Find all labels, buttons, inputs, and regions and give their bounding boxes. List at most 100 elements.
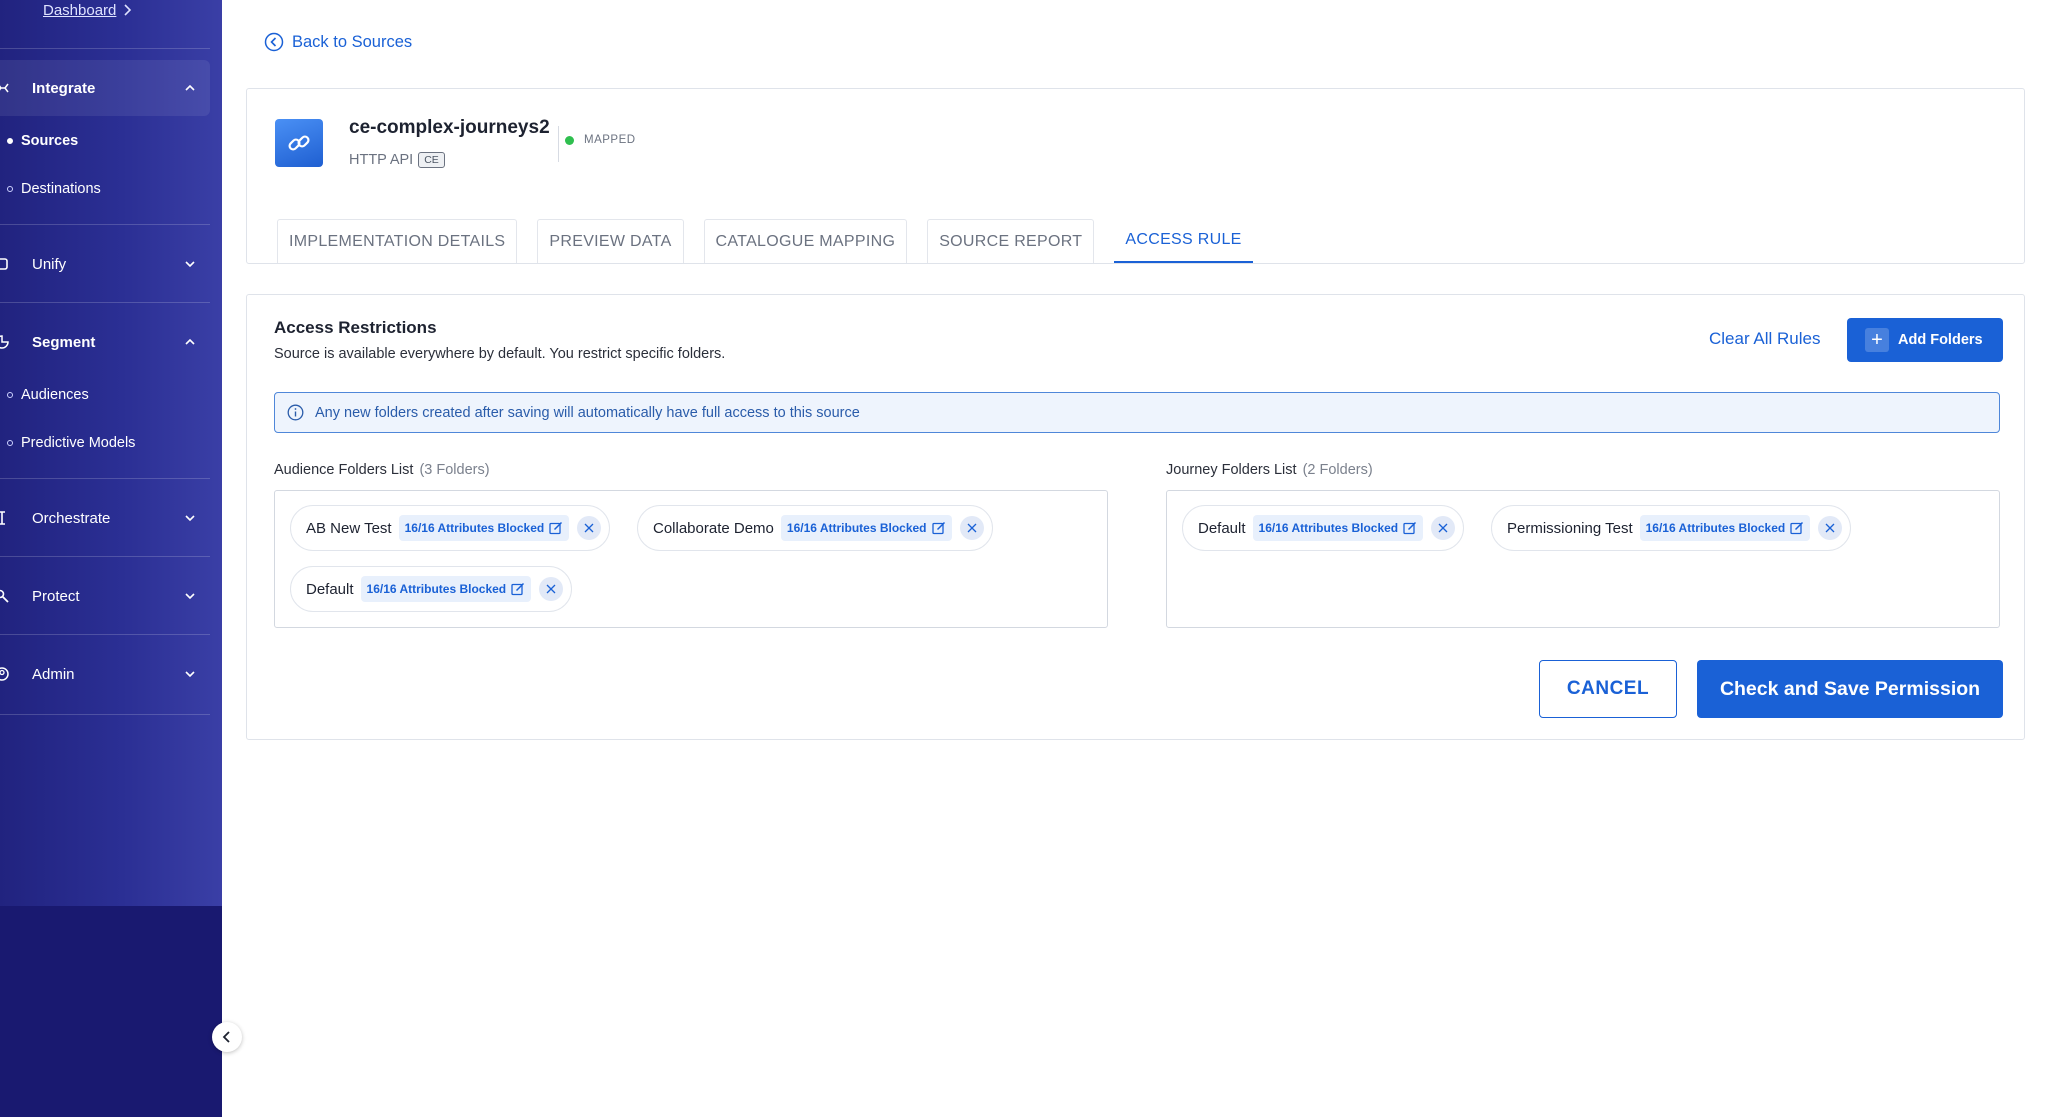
attributes-blocked-badge[interactable]: 16/16 Attributes Blocked xyxy=(1252,515,1424,541)
remove-folder-button[interactable] xyxy=(1818,516,1843,540)
sidebar-item-sources[interactable]: Sources xyxy=(0,127,210,155)
admin-icon xyxy=(0,667,9,681)
status-label: MAPPED xyxy=(584,134,636,146)
sidebar-divider xyxy=(0,48,210,49)
journey-folders-box: Default 16/16 Attributes Blocked Permiss… xyxy=(1166,490,2000,628)
remove-folder-button[interactable] xyxy=(959,516,984,540)
protect-icon xyxy=(0,589,9,603)
sidebar-divider xyxy=(0,714,210,715)
attributes-blocked-label: 16/16 Attributes Blocked xyxy=(786,521,927,535)
clear-all-rules-button[interactable]: Clear All Rules xyxy=(1709,329,1821,349)
chevron-down-icon[interactable] xyxy=(184,590,196,602)
access-restrictions-card: Access Restrictions Source is available … xyxy=(246,294,2025,740)
ce-badge: CE xyxy=(418,152,445,168)
sidebar-section-orchestrate[interactable]: Orchestrate xyxy=(0,490,210,546)
edit-icon[interactable] xyxy=(511,582,525,596)
chevron-right-icon xyxy=(124,4,132,16)
sidebar-collapse-button[interactable] xyxy=(212,1022,242,1052)
header-divider xyxy=(558,126,559,162)
tab-access-rule[interactable]: ACCESS RULE xyxy=(1114,219,1253,263)
orchestrate-icon xyxy=(0,511,5,525)
folder-chip: AB New Test 16/16 Attributes Blocked xyxy=(290,505,611,551)
journey-folders-heading: Journey Folders List (2 Folders) xyxy=(1166,462,1373,478)
database-icon xyxy=(0,258,8,270)
segment-icon xyxy=(0,335,9,349)
add-folders-label: Add Folders xyxy=(1898,332,1983,348)
close-icon xyxy=(584,523,594,533)
breadcrumb-dashboard[interactable]: Dashboard xyxy=(43,2,116,19)
sidebar-divider xyxy=(0,556,210,557)
attributes-blocked-label: 16/16 Attributes Blocked xyxy=(1258,521,1399,535)
edit-icon[interactable] xyxy=(931,521,946,535)
sidebar-section-label: Segment xyxy=(32,333,96,351)
back-link-label: Back to Sources xyxy=(292,32,413,51)
sidebar-divider xyxy=(0,302,210,303)
cancel-button[interactable]: CANCEL xyxy=(1539,660,1677,718)
back-to-sources-link[interactable]: Back to Sources xyxy=(264,32,412,52)
folder-name: Permissioning Test xyxy=(1507,519,1633,537)
folder-name: Default xyxy=(306,580,354,598)
chevron-up-icon[interactable] xyxy=(184,82,196,94)
tab-preview-data[interactable]: PREVIEW DATA xyxy=(537,219,684,263)
check-and-save-permission-button[interactable]: Check and Save Permission xyxy=(1697,660,2003,718)
edit-icon[interactable] xyxy=(1790,521,1804,535)
sidebar-divider xyxy=(0,224,210,225)
folder-name: Collaborate Demo xyxy=(653,519,774,537)
sidebar-item-audiences[interactable]: Audiences xyxy=(0,381,210,409)
tab-implementation-details[interactable]: IMPLEMENTATION DETAILS xyxy=(277,219,518,263)
source-type-label: HTTP API xyxy=(349,152,414,168)
sidebar-item-predictive-models[interactable]: Predictive Models xyxy=(0,429,210,457)
attributes-blocked-badge[interactable]: 16/16 Attributes Blocked xyxy=(360,576,532,602)
close-icon xyxy=(546,584,556,594)
attributes-blocked-label: 16/16 Attributes Blocked xyxy=(1645,521,1786,535)
info-icon xyxy=(287,404,304,421)
status-badge: MAPPED xyxy=(565,134,636,146)
attributes-blocked-label: 16/16 Attributes Blocked xyxy=(404,521,545,535)
sidebar-section-label: Protect xyxy=(32,587,80,605)
journey-folders-count: (2 Folders) xyxy=(1302,462,1373,478)
chevron-left-icon xyxy=(222,1031,230,1043)
add-folders-button[interactable]: + Add Folders xyxy=(1847,318,2003,362)
sidebar-section-protect[interactable]: Protect xyxy=(0,568,210,624)
tab-source-report[interactable]: SOURCE REPORT xyxy=(927,219,1095,263)
info-text: Any new folders created after saving wil… xyxy=(315,404,860,421)
attributes-blocked-badge[interactable]: 16/16 Attributes Blocked xyxy=(398,515,570,541)
source-header-card: ce-complex-journeys2 HTTP API CE MAPPED … xyxy=(246,88,2025,264)
source-type: HTTP API CE xyxy=(349,152,445,168)
sidebar-section-label: Unify xyxy=(32,255,67,273)
remove-folder-button[interactable] xyxy=(539,577,564,601)
folder-chip: Default 16/16 Attributes Blocked xyxy=(290,566,573,612)
sidebar-divider xyxy=(0,634,210,635)
chevron-down-icon[interactable] xyxy=(184,258,196,270)
section-title: Access Restrictions xyxy=(274,318,437,337)
remove-folder-button[interactable] xyxy=(1431,516,1456,540)
source-logo xyxy=(275,119,323,167)
attributes-blocked-badge[interactable]: 16/16 Attributes Blocked xyxy=(1639,515,1811,541)
folder-name: Default xyxy=(1198,519,1246,537)
sidebar-section-unify[interactable]: Unify xyxy=(0,236,210,292)
tab-bar: IMPLEMENTATION DETAILS PREVIEW DATA CATA… xyxy=(277,219,1253,263)
sidebar-item-destinations[interactable]: Destinations xyxy=(0,175,210,203)
edit-icon[interactable] xyxy=(549,521,563,535)
attributes-blocked-label: 16/16 Attributes Blocked xyxy=(366,582,507,596)
sidebar-item-label: Audiences xyxy=(21,387,89,403)
chevron-down-icon[interactable] xyxy=(184,512,196,524)
bullet-icon xyxy=(7,186,13,192)
folder-chip: Collaborate Demo 16/16 Attributes Blocke… xyxy=(637,505,993,551)
tab-catalogue-mapping[interactable]: CATALOGUE MAPPING xyxy=(703,219,908,263)
audience-folders-title: Audience Folders List xyxy=(274,462,414,478)
chevron-down-icon[interactable] xyxy=(184,668,196,680)
chevron-up-icon[interactable] xyxy=(184,336,196,348)
audience-folders-count: (3 Folders) xyxy=(419,462,490,478)
remove-folder-button[interactable] xyxy=(577,516,602,540)
breadcrumb[interactable]: Dashboard xyxy=(43,0,132,20)
sidebar-section-segment[interactable]: Segment xyxy=(0,314,210,370)
bullet-icon xyxy=(7,440,13,446)
sidebar-divider xyxy=(0,478,210,479)
sidebar-section-admin[interactable]: Admin xyxy=(0,646,210,702)
edit-icon[interactable] xyxy=(1403,521,1417,535)
attributes-blocked-badge[interactable]: 16/16 Attributes Blocked xyxy=(780,515,952,541)
info-banner: Any new folders created after saving wil… xyxy=(274,392,2000,433)
sidebar-section-integrate[interactable]: Integrate xyxy=(0,60,210,116)
close-icon xyxy=(967,523,976,533)
